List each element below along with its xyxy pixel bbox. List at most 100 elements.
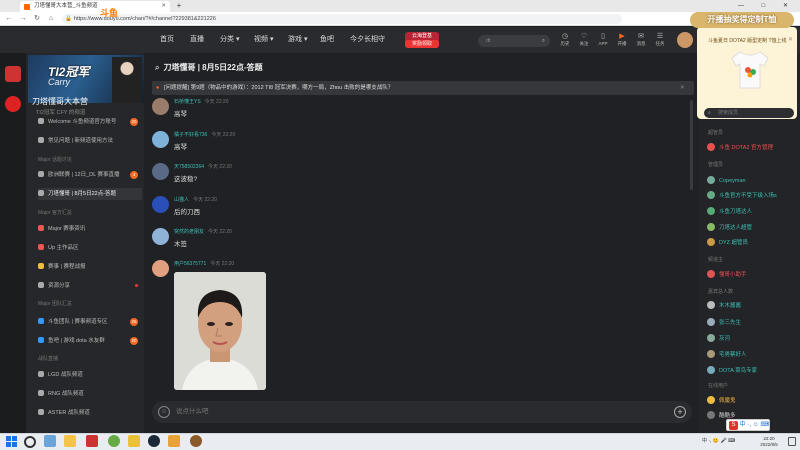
tab-close-icon[interactable]: ✕ [161, 1, 166, 12]
site-search-input[interactable]: dt ⌕ [478, 35, 550, 47]
member-item[interactable]: 斗鱼官方不受下级入场s [707, 191, 797, 201]
sidebar-item[interactable]: ASTER 战队频道 [38, 407, 142, 419]
chat-scrollbar[interactable] [690, 100, 693, 190]
member-item[interactable]: 张三先生 [707, 318, 797, 328]
member-item[interactable]: DYZ 超管员 [707, 238, 797, 248]
app-icon[interactable] [168, 435, 180, 447]
sidebar-item[interactable]: 斗鱼团队 | 赛事频道专区 25 [38, 316, 142, 328]
message-author[interactable]: 石桥懂王YS [174, 99, 201, 105]
app-icon[interactable] [190, 435, 202, 447]
promo-badge[interactable]: 云海登基 奖励领取 [405, 32, 439, 48]
member-item[interactable]: 木木酱酱 [707, 301, 797, 311]
history-icon[interactable]: ◷ 历史 [556, 32, 574, 52]
follow-icon[interactable]: ♡ 关注 [575, 32, 593, 52]
clock-date: 2022/8/5 [760, 442, 778, 447]
emoji-icon[interactable]: ☺ [158, 406, 170, 418]
taskbar-search-icon[interactable] [24, 436, 36, 448]
nav-games[interactable]: 游戏 ▾ [288, 27, 307, 53]
sidebar-item[interactable]: 欧洲联赛 | 12日_DL 赛事直播 4 [38, 169, 142, 181]
add-attachment-icon[interactable]: + [674, 406, 686, 418]
server-icon[interactable] [5, 66, 21, 82]
nav-live[interactable]: 直播 [190, 27, 204, 53]
avatar[interactable] [152, 228, 169, 245]
nav-video[interactable]: 视频 ▾ [254, 27, 273, 53]
sidebar-item[interactable]: Up 主作品区 [38, 242, 142, 254]
forward-arrow-icon[interactable]: → [18, 14, 28, 24]
search-icon[interactable]: ⌕ [155, 63, 159, 72]
back-arrow-icon[interactable]: ← [4, 14, 14, 24]
sidebar-item[interactable]: 资源分享 [38, 280, 142, 292]
nav-home[interactable]: 首页 [160, 27, 174, 53]
nav-yuba[interactable]: 鱼吧 [320, 27, 334, 53]
avatar[interactable] [152, 163, 169, 180]
promo-ribbon[interactable]: 开播抽奖得定制T恤 [690, 12, 794, 28]
nav-event[interactable]: 今夕长相守 [350, 27, 385, 53]
close-icon[interactable]: ✕ [680, 81, 688, 95]
minimize-button[interactable]: — [738, 3, 752, 9]
search-icon[interactable]: ⌕ [542, 35, 545, 47]
new-tab-button[interactable]: + [174, 1, 184, 11]
reload-icon[interactable]: ↻ [32, 14, 42, 24]
message-author[interactable]: 突然的老朋友 [174, 229, 204, 235]
member-item[interactable]: 斗鱼刀塔达人 [707, 207, 797, 217]
message-icon[interactable]: ✉ 消息 [632, 32, 650, 52]
site-logo[interactable]: 斗鱼 [100, 6, 140, 20]
system-tray[interactable]: 中 ·, 😊 🎤 ⌨ [702, 434, 735, 448]
ime-toolbar[interactable]: S 中 ·, ☺ ⌨ [726, 419, 770, 431]
sidebar-section-title[interactable]: Major 官方汇总 [38, 209, 72, 216]
sidebar-item[interactable]: 鱼吧 | 游戏 dota 水友群 20 [38, 335, 142, 347]
file-explorer-icon[interactable] [64, 435, 76, 447]
browser-tab[interactable]: 刀塔懂哥大本营_斗鱼频道 ✕ [20, 1, 170, 12]
create-icon[interactable]: ▶ 开播 [613, 32, 631, 52]
pinned-notice[interactable]: ● [问题提醒] 第9题（物品中的游戏）：2012 TI8 冠军决赛，哪方一局，… [152, 81, 694, 95]
member-item[interactable]: 懂哥小助手 [707, 270, 797, 280]
message-author[interactable]: 天758502364 [174, 164, 204, 170]
tasks-icon[interactable]: ☰ 任务 [651, 32, 669, 52]
url-input[interactable]: 🔒 https://www.douyu.com/chan/?#/channel?… [62, 14, 622, 24]
sidebar-item[interactable]: 常见问题 | 新频道使用方法 [38, 135, 142, 147]
member-item[interactable]: 宅男蔡好人 [707, 350, 797, 360]
sidebar-item[interactable]: Welcome 斗鱼频道官方账号 20 [38, 116, 142, 128]
sidebar-item-active[interactable]: 刀塔懂哥 | 8月5日22点-答题 [38, 188, 142, 200]
member-item[interactable]: 灰河 [707, 334, 797, 344]
sidebar-item[interactable]: RNG 战队频道 [38, 388, 142, 400]
sidebar-item[interactable]: Major 赛事资讯 [38, 223, 142, 235]
avatar[interactable] [152, 260, 169, 277]
message-author[interactable]: 山猫人 [174, 197, 189, 203]
member-item[interactable]: 佩魔鬼 [707, 396, 797, 406]
server-icon[interactable] [5, 96, 21, 112]
member-item[interactable]: Copeyman [707, 176, 797, 186]
close-icon[interactable]: ✕ [788, 36, 793, 43]
sidebar-item[interactable]: LGD 战队频道 [38, 369, 142, 381]
app-icon[interactable]: ▯ APP [594, 32, 612, 52]
sidebar-section-title[interactable]: Major 话题讨论 [38, 156, 72, 163]
nav-category[interactable]: 分类 ▾ [220, 27, 239, 53]
member-item[interactable]: 刀塔达人超管 [707, 223, 797, 233]
sidebar-section-title[interactable]: Major 团队汇总 [38, 300, 72, 307]
home-icon[interactable]: ⌂ [46, 14, 56, 24]
avatar[interactable] [152, 131, 169, 148]
close-window-button[interactable]: ✕ [783, 3, 796, 9]
sidebar-section-title[interactable]: 战队直播 [38, 355, 58, 362]
task-view-icon[interactable] [44, 435, 56, 447]
sidebar-item[interactable]: 赛事 | 赛程战报 [38, 261, 142, 273]
message-input[interactable]: ☺ 说点什么吧 + [152, 401, 692, 423]
notification-icon[interactable] [788, 437, 796, 446]
app-icon[interactable] [86, 435, 98, 447]
app-icon[interactable] [108, 435, 120, 447]
steam-icon[interactable] [148, 435, 160, 447]
window-controls[interactable]: — □ ✕ [738, 0, 796, 12]
windows-start-icon[interactable] [6, 436, 17, 447]
message-author[interactable]: 用户56375771 [174, 261, 206, 267]
user-avatar[interactable] [677, 32, 693, 48]
avatar[interactable] [152, 98, 169, 115]
member-search-input[interactable]: ⌕ 搜索成员 [704, 108, 794, 118]
member-item[interactable]: DOTA 菜鸟专家 [707, 366, 797, 376]
message-author[interactable]: 橘子不好看736 [174, 132, 207, 138]
avatar[interactable] [152, 196, 169, 213]
member-item[interactable]: 斗鱼 DOTA2 官方管理 [707, 143, 797, 153]
app-icon[interactable] [128, 435, 140, 447]
message-image[interactable] [174, 272, 266, 390]
clock[interactable]: 22:20 2022/8/5 [754, 436, 784, 448]
maximize-button[interactable]: □ [762, 3, 774, 9]
